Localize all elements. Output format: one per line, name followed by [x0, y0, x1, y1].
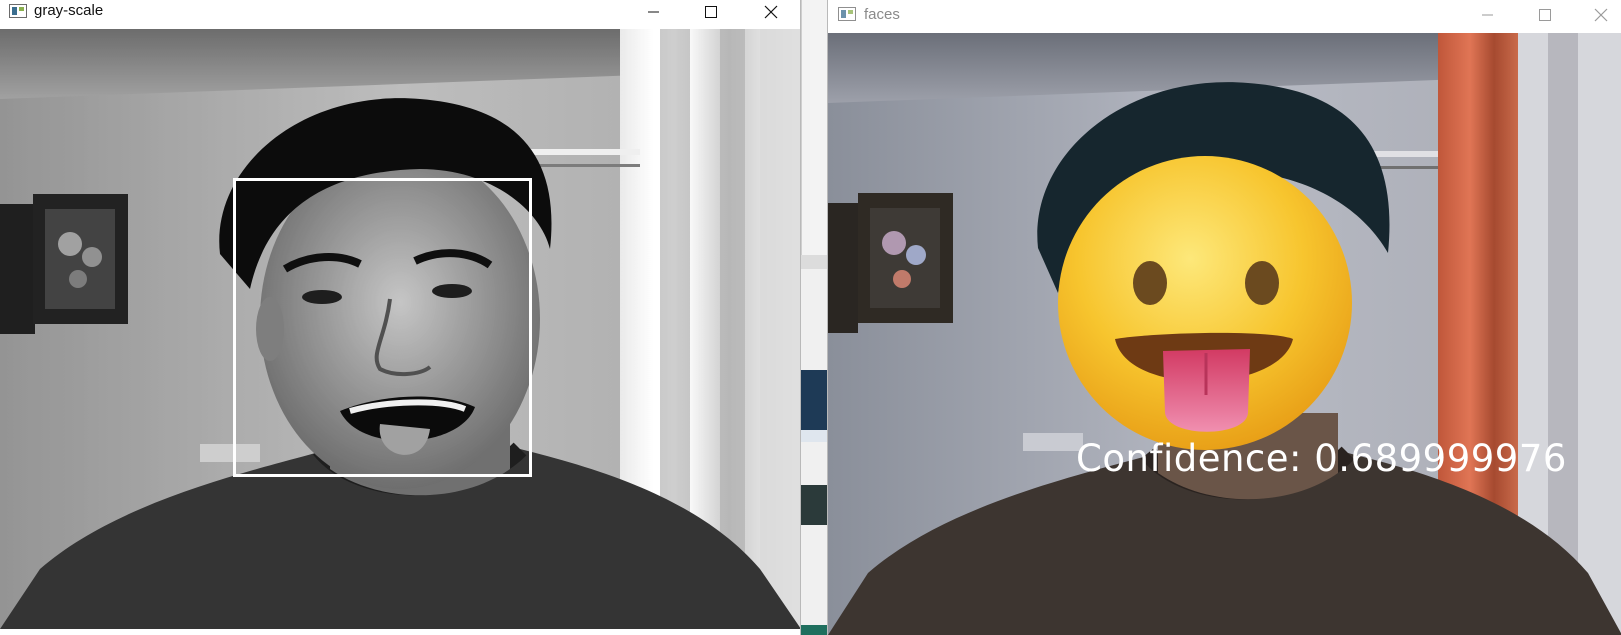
gray-scale-video-frame	[0, 29, 800, 629]
faces-window-title: faces	[864, 6, 900, 23]
minimize-button[interactable]	[631, 0, 677, 24]
minimize-icon	[648, 11, 659, 13]
opencv-window-icon	[838, 7, 856, 21]
minimize-icon	[1482, 14, 1493, 16]
minimize-button[interactable]	[1465, 2, 1511, 28]
close-button[interactable]	[1578, 2, 1621, 28]
close-icon	[764, 5, 778, 19]
faces-titlebar[interactable]: faces	[828, 0, 1621, 32]
gray-scale-window[interactable]: gray-scale	[0, 0, 801, 635]
background-window-strip	[801, 0, 827, 635]
face-detection-rectangle	[233, 178, 532, 477]
maximize-icon	[704, 5, 717, 18]
close-button[interactable]	[748, 0, 794, 24]
maximize-button[interactable]	[1522, 2, 1568, 28]
gray-scale-titlebar[interactable]: gray-scale	[0, 0, 800, 26]
maximize-button[interactable]	[688, 0, 734, 24]
close-icon	[1594, 8, 1608, 22]
stuck-out-tongue-emoji	[1058, 156, 1352, 450]
confidence-label: Confidence: 0.689999976	[1076, 437, 1567, 480]
webcam-frame-image	[828, 33, 1621, 635]
opencv-window-icon	[9, 4, 27, 18]
gray-scale-window-title: gray-scale	[34, 2, 104, 19]
faces-window[interactable]: faces Confidence: 0.689999976	[827, 0, 1621, 635]
faces-video-frame: Confidence: 0.689999976	[828, 33, 1621, 635]
maximize-icon	[1538, 8, 1551, 21]
